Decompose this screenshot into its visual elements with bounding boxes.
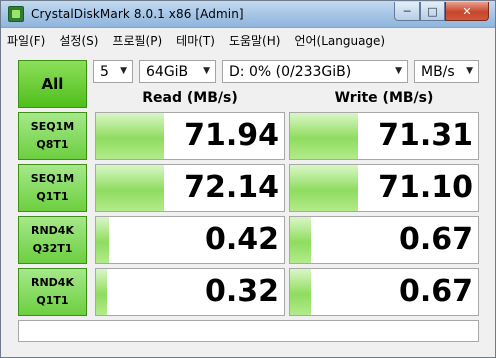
- write-value: 71.10: [378, 170, 473, 205]
- drive-value: D: 0% (0/233GiB): [229, 63, 352, 80]
- chevron-down-icon: ▼: [203, 66, 210, 76]
- write-header: Write (MB/s): [334, 90, 434, 106]
- drive-select[interactable]: D: 0% (0/233GiB) ▼: [222, 60, 408, 83]
- test-count-value: 5: [100, 63, 109, 80]
- test-button-line2: Q1T1: [36, 294, 69, 307]
- read-progress-bar: [96, 165, 164, 211]
- title-bar[interactable]: CrystalDiskMark 8.0.1 x86 [Admin] ─ □ ✕: [1, 1, 495, 28]
- maximize-button[interactable]: □: [420, 2, 445, 21]
- app-icon: [8, 6, 24, 22]
- menu-help[interactable]: 도움말(H): [229, 32, 281, 49]
- read-value: 0.32: [204, 274, 279, 309]
- unit-select[interactable]: MB/s ▼: [414, 60, 479, 83]
- read-progress-bar: [96, 113, 164, 159]
- read-result: 72.14: [95, 164, 285, 212]
- test-button-rnd4k-q1t1[interactable]: RND4K Q1T1: [18, 268, 87, 316]
- test-button-seq1m-q1t1[interactable]: SEQ1M Q1T1: [18, 164, 87, 212]
- write-progress-bar: [290, 165, 358, 211]
- test-button-line1: RND4K: [31, 276, 74, 289]
- read-progress-bar: [96, 269, 108, 315]
- read-value: 71.94: [184, 118, 279, 153]
- menu-profile[interactable]: 프로필(P): [112, 32, 162, 49]
- test-button-line1: RND4K: [31, 224, 74, 237]
- write-result: 0.67: [289, 216, 479, 264]
- unit-value: MB/s: [421, 63, 455, 80]
- write-progress-bar: [290, 113, 358, 159]
- close-button[interactable]: ✕: [445, 2, 489, 21]
- test-size-select[interactable]: 64GiB ▼: [139, 60, 216, 83]
- write-progress-bar: [290, 217, 311, 263]
- read-result: 0.42: [95, 216, 285, 264]
- write-result: 0.67: [289, 268, 479, 316]
- chevron-down-icon: ▼: [466, 66, 473, 76]
- window-title: CrystalDiskMark 8.0.1 x86 [Admin]: [31, 7, 244, 21]
- menu-settings[interactable]: 설정(S): [59, 32, 98, 49]
- read-progress-bar: [96, 217, 110, 263]
- read-value: 72.14: [184, 170, 279, 205]
- write-result: 71.31: [289, 112, 479, 160]
- test-button-rnd4k-q32t1[interactable]: RND4K Q32T1: [18, 216, 87, 264]
- test-button-line2: Q1T1: [36, 190, 69, 203]
- minimize-button[interactable]: ─: [394, 2, 420, 21]
- menu-language[interactable]: 언어(Language): [294, 32, 385, 49]
- write-value: 0.67: [398, 222, 473, 257]
- menu-theme[interactable]: 테마(T): [176, 32, 215, 49]
- test-count-select[interactable]: 5 ▼: [93, 60, 133, 83]
- test-button-seq1m-q8t1[interactable]: SEQ1M Q8T1: [18, 112, 87, 160]
- read-result: 0.32: [95, 268, 285, 316]
- write-progress-bar: [290, 269, 311, 315]
- run-all-button[interactable]: All: [18, 60, 87, 108]
- test-button-line1: SEQ1M: [30, 120, 75, 133]
- write-value: 71.31: [378, 118, 473, 153]
- chevron-down-icon: ▼: [395, 66, 402, 76]
- test-button-line1: SEQ1M: [30, 172, 75, 185]
- read-result: 71.94: [95, 112, 285, 160]
- chevron-down-icon: ▼: [120, 66, 127, 76]
- read-value: 0.42: [204, 222, 279, 257]
- app-window: CrystalDiskMark 8.0.1 x86 [Admin] ─ □ ✕ …: [0, 0, 496, 358]
- write-value: 0.67: [398, 274, 473, 309]
- test-button-line2: Q8T1: [36, 138, 69, 151]
- menu-file[interactable]: 파일(F): [7, 32, 45, 49]
- test-size-value: 64GiB: [146, 63, 189, 80]
- menu-bar: 파일(F) 설정(S) 프로필(P) 테마(T) 도움말(H) 언어(Langu…: [1, 29, 495, 51]
- write-result: 71.10: [289, 164, 479, 212]
- read-header: Read (MB/s): [142, 90, 238, 106]
- test-button-line2: Q32T1: [32, 242, 73, 255]
- comment-field[interactable]: [18, 320, 479, 342]
